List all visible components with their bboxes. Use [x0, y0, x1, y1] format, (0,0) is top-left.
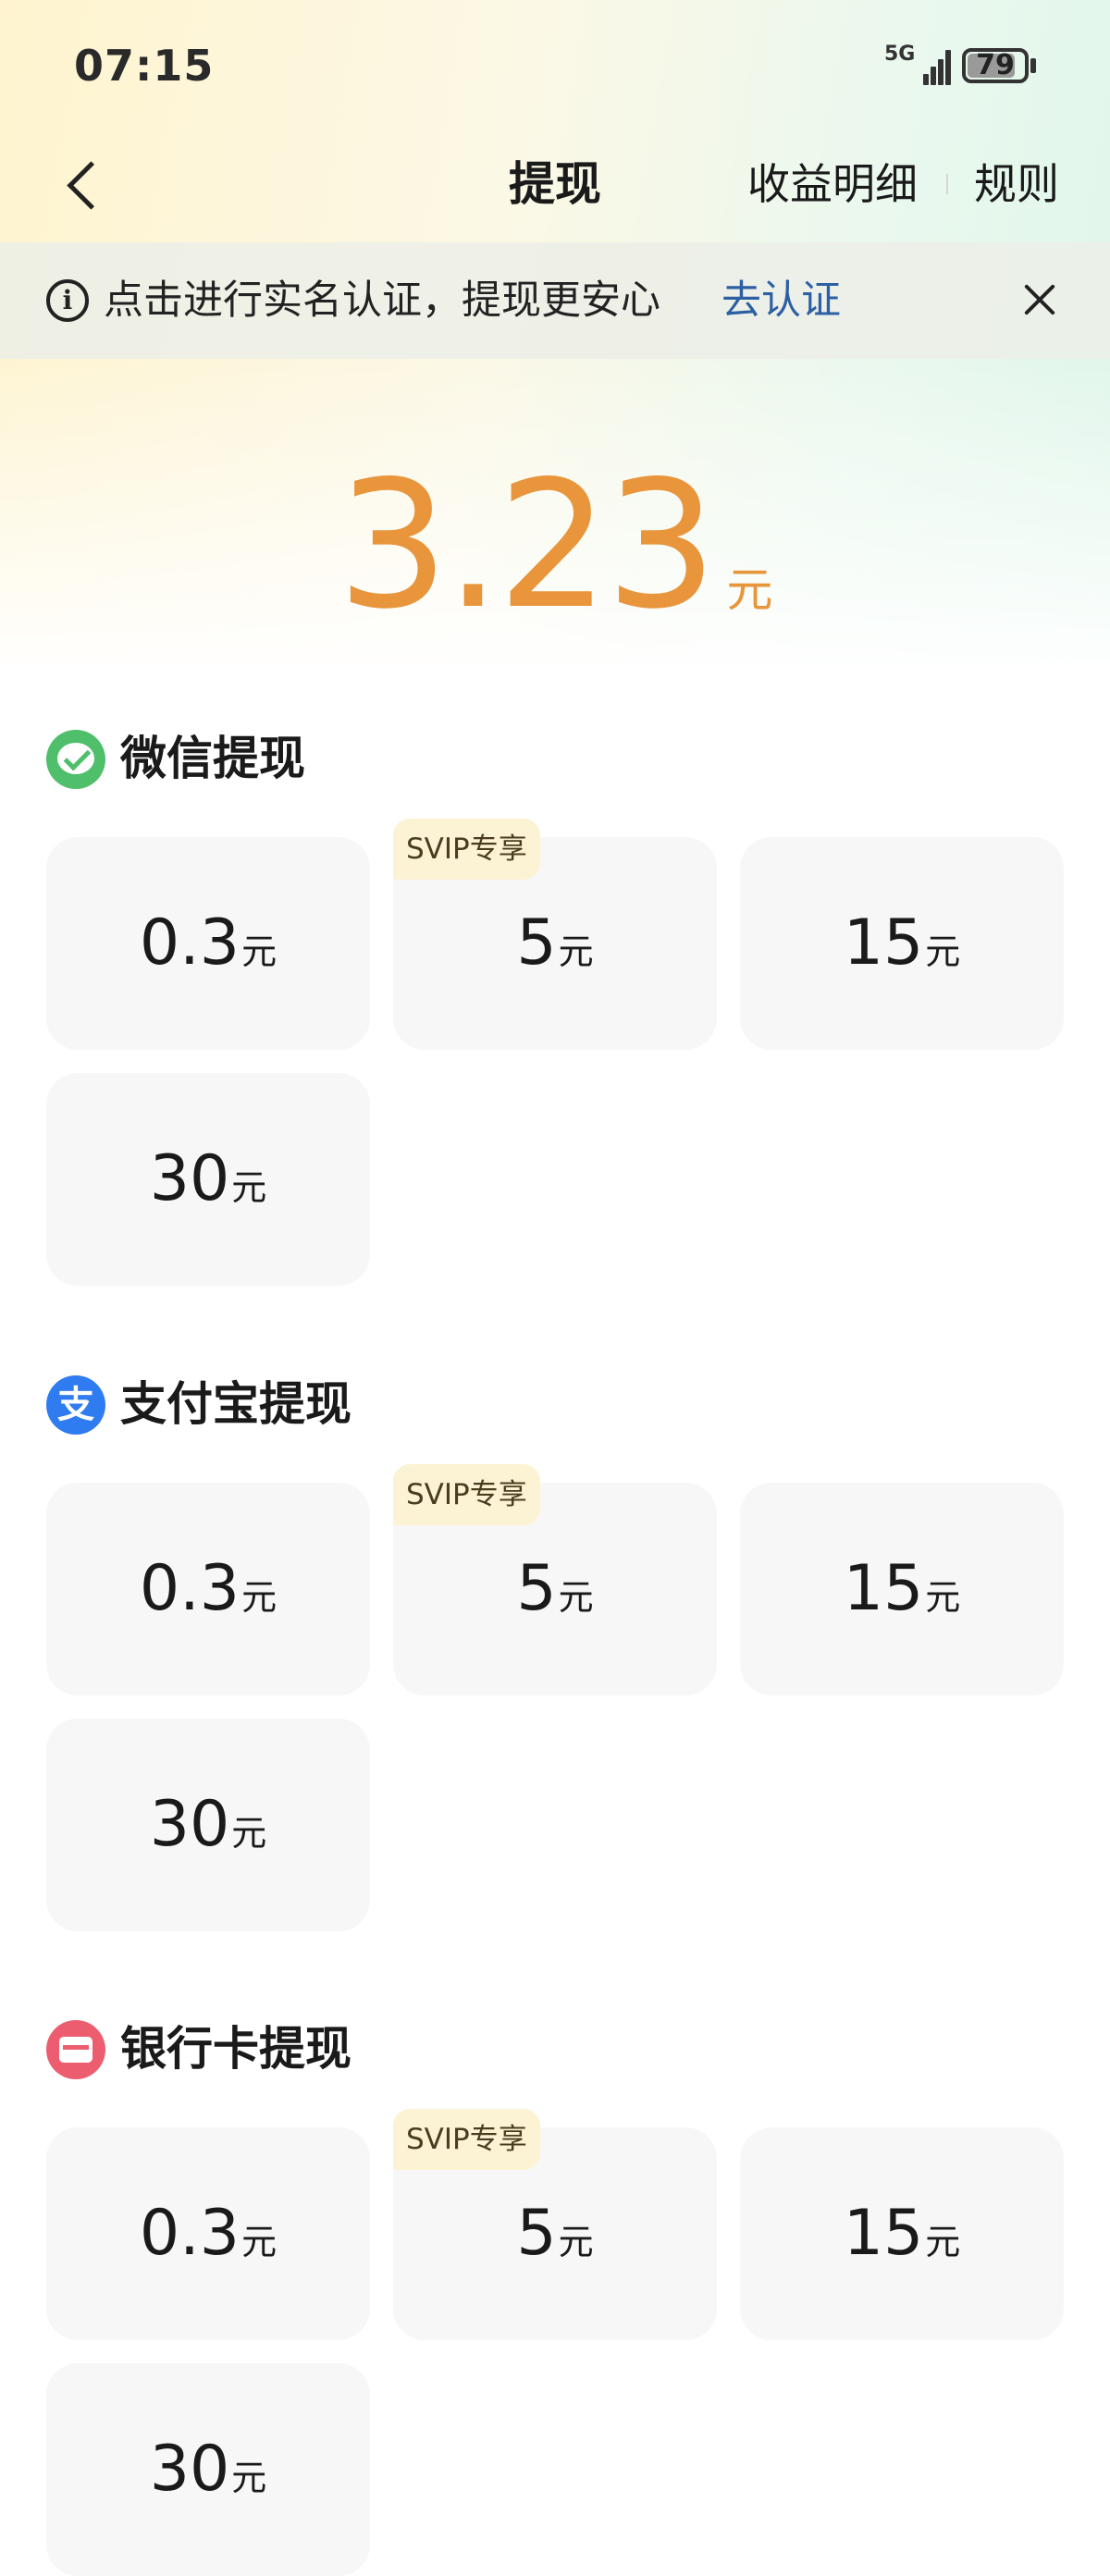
amount-value: 15	[843, 1552, 924, 1625]
amount-unit: 元	[231, 1813, 267, 1854]
amount-unit: 元	[558, 931, 594, 972]
amount-option[interactable]: SVIP专享 5元	[393, 819, 717, 1050]
amount-value: 30	[149, 1788, 230, 1861]
amount-unit: 元	[925, 1577, 961, 1618]
amount-unit: 元	[925, 931, 961, 972]
bank-card-icon	[46, 2020, 105, 2079]
amount-value: 30	[149, 2433, 230, 2506]
amount-option[interactable]: SVIP专享 5元	[393, 2109, 717, 2340]
amount-option[interactable]: 15元	[740, 2127, 1064, 2340]
alipay-icon: 支	[46, 1375, 105, 1435]
info-icon: i	[46, 279, 89, 322]
battery-icon: 79	[962, 48, 1029, 83]
amount-option[interactable]: 0.3元	[46, 1483, 370, 1695]
amount-unit: 元	[558, 2222, 594, 2262]
status-time: 07:15	[74, 41, 215, 91]
svip-badge: SVIP专享	[393, 1464, 540, 1525]
navigation-bar: 提现 收益明细 规则	[0, 129, 1110, 240]
amount-option[interactable]: 15元	[740, 1483, 1064, 1695]
balance-amount: 3.23	[337, 443, 717, 647]
amount-value: 5	[516, 1552, 557, 1625]
amount-value: 5	[516, 906, 557, 980]
nav-divider	[946, 174, 948, 194]
section-title: 银行卡提现	[120, 2022, 352, 2076]
battery-tip	[1030, 58, 1036, 73]
amount-option[interactable]: 30元	[46, 1719, 370, 1931]
amount-unit: 元	[241, 931, 278, 972]
page-title: 提现	[509, 157, 601, 211]
amount-option[interactable]: SVIP专享 5元	[393, 1464, 717, 1695]
amount-unit: 元	[241, 2222, 278, 2262]
balance-unit: 元	[726, 563, 773, 617]
svip-badge: SVIP专享	[393, 819, 540, 880]
amount-value: 15	[843, 906, 924, 980]
verification-notice-banner: i 点击进行实名认证，提现更安心 去认证	[0, 242, 1110, 359]
balance-display: 3.23 元	[0, 453, 1110, 638]
battery-percent: 79	[976, 49, 1015, 81]
amount-unit: 元	[231, 1167, 267, 1208]
section-title: 微信提现	[120, 732, 305, 785]
close-icon[interactable]	[1018, 277, 1064, 324]
amount-option[interactable]: 30元	[46, 1073, 370, 1286]
amount-unit: 元	[241, 1577, 278, 1618]
verify-link[interactable]: 去认证	[722, 270, 841, 331]
amount-value: 5	[516, 2197, 557, 2270]
notice-text: 点击进行实名认证，提现更安心	[104, 277, 660, 324]
status-bar: 07:15 5G 79	[0, 0, 1110, 129]
svip-badge: SVIP专享	[393, 2109, 540, 2170]
rules-link[interactable]: 规则	[974, 152, 1059, 216]
amount-option[interactable]: 30元	[46, 2363, 370, 2576]
earnings-detail-link[interactable]: 收益明细	[747, 152, 918, 216]
amount-unit: 元	[925, 2222, 961, 2262]
section-title: 支付宝提现	[120, 1377, 352, 1431]
amount-value: 15	[843, 2197, 924, 2270]
amount-option[interactable]: 0.3元	[46, 2127, 370, 2340]
amount-option[interactable]: 15元	[740, 837, 1064, 1050]
wechat-icon	[46, 730, 105, 789]
signal-strength-icon	[908, 46, 951, 85]
back-button[interactable]	[54, 150, 113, 220]
amount-value: 0.3	[139, 2197, 240, 2270]
amount-option[interactable]: 0.3元	[46, 837, 370, 1050]
amount-value: 0.3	[139, 1552, 240, 1625]
amount-value: 0.3	[139, 906, 240, 980]
amount-value: 30	[149, 1142, 230, 1215]
amount-unit: 元	[558, 1577, 594, 1618]
